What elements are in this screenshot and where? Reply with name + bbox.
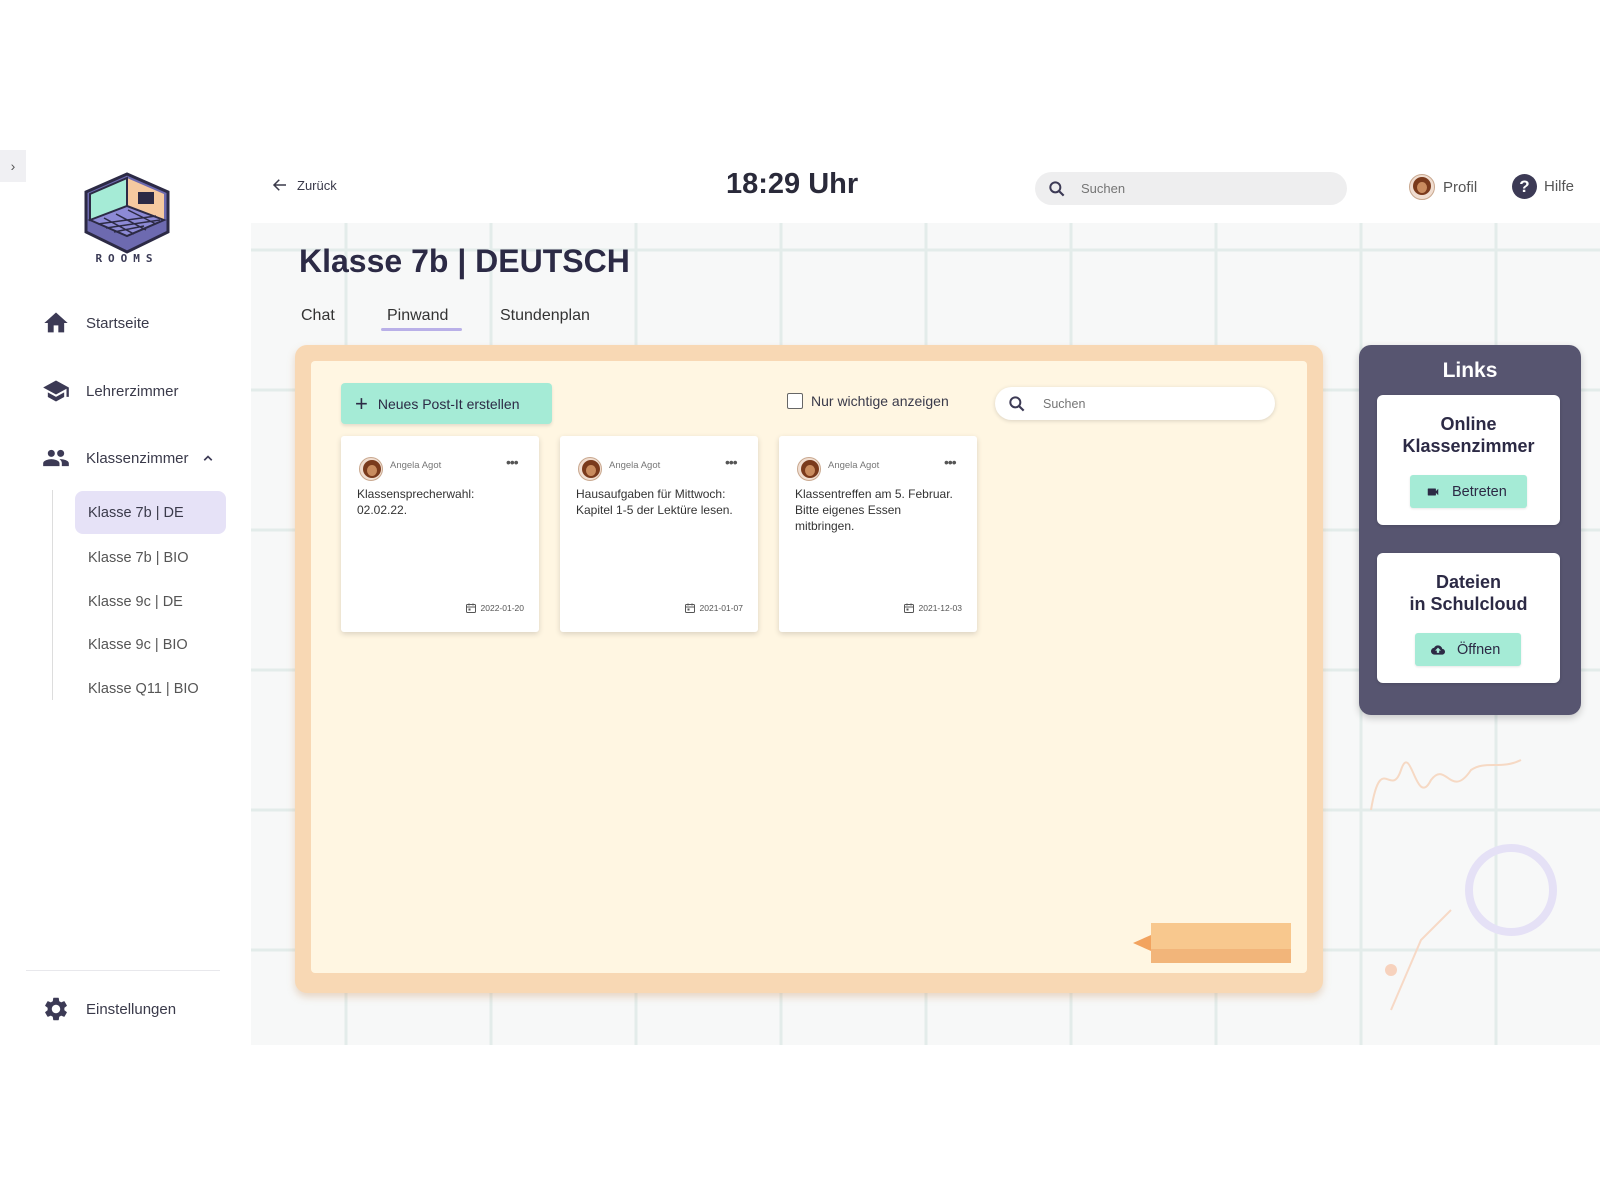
app-window: ROOMS Startseite Lehrerzimmer Klassenzim… bbox=[0, 150, 1600, 1045]
board-search-bar[interactable] bbox=[995, 387, 1275, 420]
back-button[interactable]: Zurück bbox=[271, 176, 337, 194]
new-postit-label: Neues Post-It erstellen bbox=[377, 395, 520, 412]
online-classroom-title: Online Klassenzimmer bbox=[1377, 413, 1560, 457]
graduation-cap-icon bbox=[43, 380, 69, 402]
postit-author: Angela Agot bbox=[390, 460, 442, 471]
author-avatar bbox=[578, 457, 602, 481]
help-button[interactable]: ? Hilfe bbox=[1512, 174, 1574, 199]
cloud-upload-icon bbox=[1431, 644, 1445, 655]
author-avatar bbox=[797, 457, 821, 481]
avatar bbox=[1409, 174, 1435, 200]
online-title-line2: Klassenzimmer bbox=[1402, 436, 1535, 456]
nav-label: Einstellungen bbox=[86, 1000, 177, 1018]
author-avatar bbox=[359, 457, 383, 481]
plus-icon: + bbox=[355, 390, 368, 416]
pencil-decoration bbox=[1133, 923, 1291, 963]
pinboard-surface: + Neues Post-It erstellen Nur wichtige a… bbox=[311, 361, 1307, 973]
important-filter-checkbox[interactable]: Nur wichtige anzeigen bbox=[787, 393, 949, 409]
postit-date: 2021-12-03 bbox=[903, 602, 962, 614]
main-content: Zurück 18:29 Uhr Profil ? Hilfe Klasse 7… bbox=[251, 150, 1600, 1045]
class-item-q11-bio[interactable]: Klasse Q11 | BIO bbox=[75, 667, 226, 710]
video-camera-icon bbox=[1427, 488, 1439, 495]
postit-card[interactable]: Angela Agot ••• Klassensprecherwahl: 02.… bbox=[341, 436, 539, 632]
postit-text: Klassentreffen am 5. Februar. Bitte eige… bbox=[795, 487, 953, 533]
back-label: Zurück bbox=[297, 177, 337, 193]
sidebar: ROOMS Startseite Lehrerzimmer Klassenzim… bbox=[0, 150, 251, 1045]
online-classroom-card: Online Klassenzimmer Betreten bbox=[1377, 395, 1560, 525]
postit-card[interactable]: Angela Agot ••• Klassentreffen am 5. Feb… bbox=[779, 436, 977, 632]
help-icon: ? bbox=[1512, 174, 1537, 199]
files-title-line2: in Schulcloud bbox=[1409, 594, 1528, 614]
postit-text: Hausaufgaben für Mittwoch: Kapitel 1-5 d… bbox=[576, 487, 733, 517]
filter-label: Nur wichtige anzeigen bbox=[811, 393, 949, 409]
postit-author: Angela Agot bbox=[828, 460, 880, 471]
postit-date-text: 2021-01-07 bbox=[699, 603, 743, 613]
class-item-9c-de[interactable]: Klasse 9c | DE bbox=[75, 580, 226, 623]
more-options-icon[interactable]: ••• bbox=[506, 454, 519, 470]
gear-icon bbox=[45, 997, 67, 1021]
nav-klassenzimmer[interactable]: Klassenzimmer bbox=[42, 444, 233, 472]
postit-author: Angela Agot bbox=[609, 460, 661, 471]
tab-pinwand[interactable]: Pinwand bbox=[387, 307, 448, 325]
nav-label: Klassenzimmer bbox=[86, 449, 189, 467]
class-item-7b-bio[interactable]: Klasse 7b | BIO bbox=[75, 536, 226, 579]
checkbox-box[interactable] bbox=[787, 393, 803, 409]
join-label: Betreten bbox=[1452, 483, 1507, 500]
postit-date: 2021-01-07 bbox=[684, 602, 743, 614]
profile-label: Profil bbox=[1443, 178, 1478, 196]
doodle-decoration bbox=[1370, 759, 1557, 1011]
top-search-bar[interactable] bbox=[1035, 172, 1347, 205]
sidebar-toggle[interactable]: › bbox=[0, 150, 26, 182]
help-label: Hilfe bbox=[1544, 178, 1575, 195]
online-title-line1: Online bbox=[1440, 414, 1497, 434]
page-title: Klasse 7b | DEUTSCH bbox=[299, 243, 630, 279]
new-postit-button[interactable]: + Neues Post-It erstellen bbox=[341, 383, 552, 424]
profile-button[interactable]: Profil bbox=[1409, 174, 1477, 200]
search-icon bbox=[1009, 395, 1025, 411]
postit-text: Klassensprecherwahl: 02.02.22. bbox=[357, 487, 475, 517]
postit-date: 2022-01-20 bbox=[465, 602, 524, 614]
tab-chat[interactable]: Chat bbox=[301, 307, 335, 325]
rooms-logo bbox=[84, 172, 170, 254]
sidebar-divider bbox=[26, 970, 220, 971]
open-label: Öffnen bbox=[1457, 641, 1501, 658]
home-icon bbox=[44, 312, 68, 333]
top-search-input[interactable] bbox=[1079, 180, 1323, 197]
class-item-7b-de[interactable]: Klasse 7b | DE bbox=[75, 491, 226, 534]
chevron-up-icon[interactable] bbox=[199, 449, 217, 467]
nav-label: Lehrerzimmer bbox=[86, 382, 179, 400]
top-bar: Zurück 18:29 Uhr Profil ? Hilfe bbox=[251, 150, 1600, 223]
active-tab-indicator bbox=[381, 328, 462, 331]
links-panel: Links Online Klassenzimmer Betreten Date… bbox=[1359, 345, 1581, 715]
more-options-icon[interactable]: ••• bbox=[944, 454, 957, 470]
links-title: Links bbox=[1442, 359, 1498, 382]
calendar-icon bbox=[684, 603, 695, 613]
more-options-icon[interactable]: ••• bbox=[725, 454, 738, 470]
school-cloud-card: Dateien in Schulcloud Öffnen bbox=[1377, 553, 1560, 683]
calendar-icon bbox=[903, 603, 914, 613]
people-icon bbox=[43, 449, 69, 467]
files-title-line1: Dateien bbox=[1435, 572, 1502, 592]
nav-label: Startseite bbox=[86, 314, 150, 332]
subnav-line bbox=[52, 490, 53, 700]
clock: 18:29 Uhr bbox=[726, 168, 859, 200]
nav-einstellungen[interactable]: Einstellungen bbox=[42, 995, 176, 1023]
open-button[interactable]: Öffnen bbox=[1415, 633, 1521, 666]
tab-stundenplan[interactable]: Stundenplan bbox=[500, 307, 590, 325]
arrow-left-icon bbox=[272, 179, 286, 191]
class-item-9c-bio[interactable]: Klasse 9c | BIO bbox=[75, 623, 226, 666]
school-cloud-title: Dateien in Schulcloud bbox=[1377, 571, 1560, 615]
postit-date-text: 2022-01-20 bbox=[480, 603, 524, 613]
join-button[interactable]: Betreten bbox=[1410, 475, 1527, 508]
nav-startseite[interactable]: Startseite bbox=[42, 309, 149, 337]
calendar-icon bbox=[465, 603, 476, 613]
logo-text: ROOMS bbox=[95, 252, 159, 265]
chevron-right-icon: › bbox=[10, 158, 16, 174]
postit-date-text: 2021-12-03 bbox=[918, 603, 962, 613]
pinboard: + Neues Post-It erstellen Nur wichtige a… bbox=[295, 345, 1323, 993]
postit-card[interactable]: Angela Agot ••• Hausaufgaben für Mittwoc… bbox=[560, 436, 758, 632]
nav-lehrerzimmer[interactable]: Lehrerzimmer bbox=[42, 377, 179, 405]
board-search-input[interactable] bbox=[1041, 395, 1265, 412]
search-icon bbox=[1049, 180, 1065, 196]
